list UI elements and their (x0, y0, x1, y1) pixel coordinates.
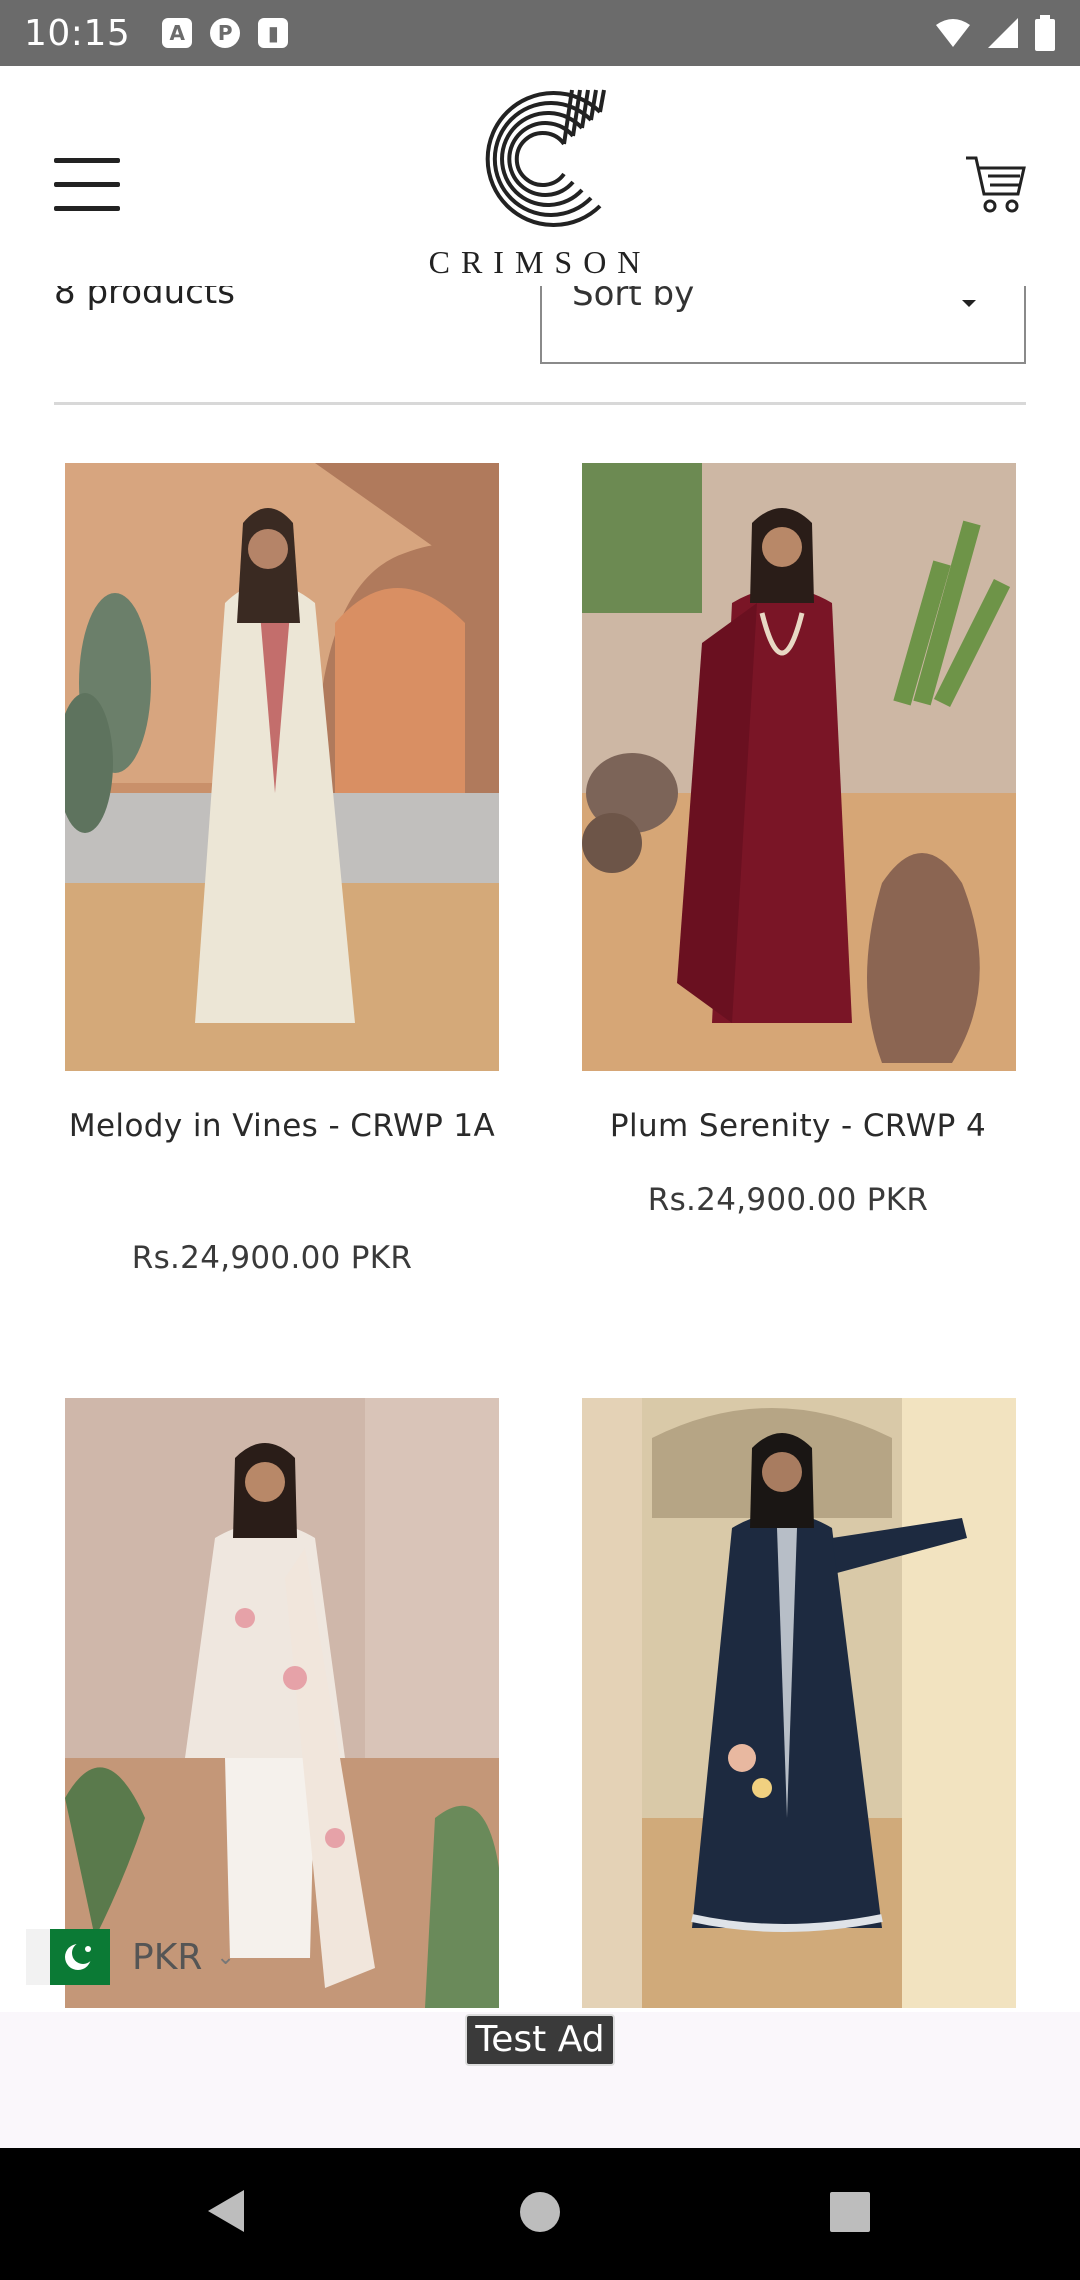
home-icon[interactable] (520, 2192, 560, 2232)
product-photo-melody-icon (65, 463, 499, 1071)
chevron-down-icon (962, 300, 976, 307)
currency-switcher[interactable]: PKR ⌄ (26, 1928, 256, 1986)
system-navigation-bar (0, 2148, 1080, 2280)
status-notification-icons: A P ▮ (162, 18, 289, 48)
product-photo-floral-icon (65, 1398, 499, 2008)
hamburger-menu-button[interactable] (54, 158, 122, 212)
wifi-icon (936, 19, 970, 47)
crimson-logo[interactable]: CRIMSON (400, 84, 680, 284)
chevron-down-icon: ⌄ (216, 1944, 235, 1970)
status-bar: 10:15 A P ▮ (0, 0, 1080, 66)
menu-line-icon (54, 182, 120, 187)
product-price: Rs.24,900.00 PKR (647, 1182, 929, 1218)
cart-button[interactable] (964, 154, 1028, 216)
crimson-c-logo-icon (485, 89, 606, 227)
crescent-star-icon (65, 1942, 94, 1970)
product-title[interactable]: Melody in Vines - CRWP 1A (42, 1096, 522, 1156)
back-icon[interactable] (206, 2188, 246, 2234)
product-image[interactable] (582, 1398, 1016, 2008)
product-image[interactable] (65, 1398, 499, 2008)
currency-code: PKR (132, 1936, 203, 1978)
battery-icon (1035, 15, 1055, 51)
sd-card-icon: ▮ (258, 18, 289, 48)
product-image[interactable] (582, 463, 1016, 1071)
app-a-icon: A (162, 18, 193, 48)
product-photo-navy-icon (582, 1398, 1016, 2008)
signal-icon (988, 18, 1018, 48)
product-title[interactable]: Plum Serenity - CRWP 4 (558, 1096, 1038, 1156)
brand-name: CRIMSON (428, 244, 652, 280)
site-header: CRIMSON (0, 66, 1080, 286)
status-system-icons (934, 15, 1056, 51)
toolbar-divider (54, 402, 1026, 405)
shopping-cart-icon (966, 156, 1026, 213)
menu-line-icon (54, 206, 120, 211)
status-time: 10:15 (24, 12, 131, 54)
recent-apps-icon[interactable] (830, 2192, 870, 2232)
pakistan-flag-icon (26, 1929, 110, 1985)
product-price: Rs.24,900.00 PKR (131, 1240, 413, 1276)
test-ad-label: Test Ad (465, 2014, 615, 2066)
menu-line-icon (54, 158, 120, 163)
product-image[interactable] (65, 463, 499, 1071)
product-photo-plum-icon (582, 463, 1016, 1071)
app-p-icon: P (210, 18, 241, 48)
